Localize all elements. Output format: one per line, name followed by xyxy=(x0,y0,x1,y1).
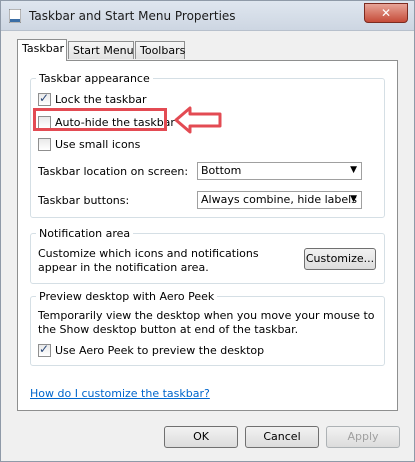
small-icons-label: Use small icons xyxy=(55,137,141,151)
tab-taskbar[interactable]: Taskbar xyxy=(17,39,67,61)
notification-description: Customize which icons and notifications … xyxy=(38,247,259,274)
taskbar-properties-icon xyxy=(9,9,21,23)
chevron-down-icon: ▼ xyxy=(350,165,357,175)
ok-button[interactable]: OK xyxy=(164,426,238,448)
tab-toolbars[interactable]: Toolbars xyxy=(135,41,185,59)
aero-peek-label: Use Aero Peek to preview the desktop xyxy=(55,343,265,357)
aero-peek-legend: Preview desktop with Aero Peek xyxy=(36,290,218,303)
aero-peek-checkbox[interactable] xyxy=(38,342,51,357)
buttons-value: Always combine, hide labels xyxy=(201,193,357,206)
notification-area-group: Notification area Customize which icons … xyxy=(30,227,385,284)
cancel-button[interactable]: Cancel xyxy=(245,426,319,448)
tab-start-menu[interactable]: Start Menu xyxy=(68,41,134,59)
apply-button[interactable]: Apply xyxy=(326,426,400,448)
help-link[interactable]: How do I customize the taskbar? xyxy=(30,387,210,400)
buttons-select[interactable]: Always combine, hide labels ▼ xyxy=(197,191,362,209)
auto-hide-row[interactable]: Auto-hide the taskbar xyxy=(38,114,175,130)
location-label: Taskbar location on screen: xyxy=(38,165,189,178)
close-button[interactable]: ✕ xyxy=(364,3,408,23)
small-icons-row[interactable]: Use small icons xyxy=(38,136,140,152)
customize-button[interactable]: Customize... xyxy=(304,248,376,270)
taskbar-appearance-group: Taskbar appearance Lock the taskbar Auto… xyxy=(30,72,385,218)
aero-peek-group: Preview desktop with Aero Peek Temporari… xyxy=(30,290,385,366)
aero-peek-description: Temporarily view the desktop when you mo… xyxy=(38,309,375,336)
auto-hide-checkbox[interactable] xyxy=(38,115,51,129)
chevron-down-icon: ▼ xyxy=(350,194,357,204)
location-select[interactable]: Bottom ▼ xyxy=(197,162,362,180)
properties-window: Taskbar and Start Menu Properties ✕ Task… xyxy=(0,0,415,462)
pointer-arrow-icon xyxy=(174,106,222,134)
aero-peek-row[interactable]: Use Aero Peek to preview the desktop xyxy=(38,342,264,358)
lock-taskbar-row[interactable]: Lock the taskbar xyxy=(38,91,147,107)
small-icons-checkbox[interactable] xyxy=(38,137,51,151)
notification-area-legend: Notification area xyxy=(36,227,134,240)
taskbar-tab-panel: Taskbar appearance Lock the taskbar Auto… xyxy=(17,60,398,411)
window-title: Taskbar and Start Menu Properties xyxy=(29,9,236,23)
location-value: Bottom xyxy=(201,164,242,177)
taskbar-appearance-legend: Taskbar appearance xyxy=(36,72,153,85)
title-bar: Taskbar and Start Menu Properties ✕ xyxy=(1,1,414,31)
lock-taskbar-checkbox[interactable] xyxy=(38,91,51,106)
lock-taskbar-label: Lock the taskbar xyxy=(55,92,147,106)
auto-hide-label: Auto-hide the taskbar xyxy=(55,115,175,129)
buttons-label: Taskbar buttons: xyxy=(38,194,130,207)
